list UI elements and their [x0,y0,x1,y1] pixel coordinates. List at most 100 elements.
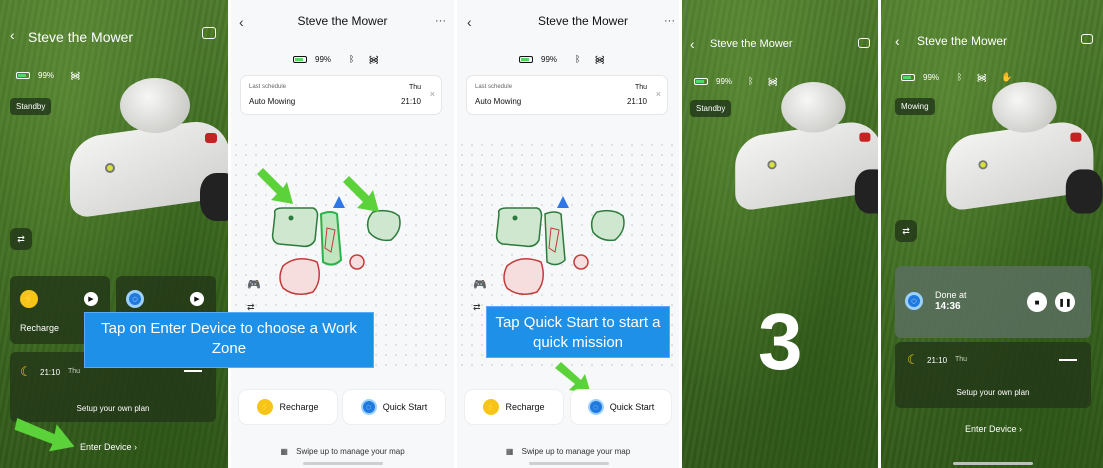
schedule-time: 21:10 [40,368,61,377]
last-schedule-card[interactable]: Last schedule Auto Mowing Thu 21:10 × [241,76,441,114]
quick-start-icon: ◌ [126,290,144,308]
swipe-hint-label: Swipe up to manage your map [296,447,405,456]
pause-icon[interactable]: ❚❚ [1055,292,1075,312]
stop-icon[interactable]: ■ [1027,292,1047,312]
quick-start-label: Quick Start [382,402,428,412]
mower-image [937,82,1103,220]
work-zone-map[interactable] [485,170,655,310]
wifi-icon: ᯼ [594,55,606,66]
quick-start-label: Quick Start [609,402,655,412]
enter-device-label: Enter Device [80,442,132,452]
panel-map-enter-device: ‹ Steve the Mower ··· 99% ᛒ ᯼ Last sched… [231,0,454,468]
back-chevron-icon[interactable]: ‹ [467,14,472,30]
switch-icon-button[interactable]: ⇄ [895,220,917,242]
back-chevron-icon[interactable]: ‹ [895,33,900,49]
schedule-name: Auto Mowing [249,97,296,106]
play-icon[interactable]: ▶ [190,292,204,306]
swipe-hint-label: Swipe up to manage your map [521,447,631,456]
mower-image [60,78,228,228]
device-title: Steve the Mower [917,34,1008,48]
recharge-button[interactable]: ⚡ Recharge [465,390,563,424]
schedule-caption: Last schedule [475,84,513,90]
message-icon[interactable] [202,27,216,39]
done-label: Done at [935,290,967,300]
swipe-hint[interactable]: ▦ Swipe up to manage your map [457,447,679,456]
switch-icon[interactable]: ⇄ [473,302,481,313]
callout-quick-start: Tap Quick Start to start a quick mission [486,306,670,358]
schedule-day: Thu [634,84,647,91]
quick-start-button[interactable]: ◌ Quick Start [571,390,671,424]
battery-icon [16,71,30,79]
bluetooth-icon: ᛒ [575,54,581,64]
schedule-name: Auto Mowing [475,97,522,106]
panel-home-mowing: ‹ Steve the Mower 99% ᛒ ᯼ ✋ Mowing ⇄ ◌ D… [881,0,1103,468]
battery-icon [901,73,915,81]
schedule-day: Thu [68,368,81,375]
panel-home-standby: ‹ Steve the Mower 99% ᯼ Standby ⇄ ⚡ ▶ Re… [0,0,228,468]
message-icon[interactable] [858,38,870,48]
home-indicator [303,462,383,465]
enter-device-link[interactable]: Enter Device › [965,424,1022,434]
last-schedule-card[interactable]: Last schedule Auto Mowing Thu 21:10 × [467,76,667,114]
more-icon[interactable]: ··· [664,15,675,27]
bluetooth-icon: ᛒ [349,54,355,64]
quick-start-icon: ◌ [587,399,604,415]
grid-icon: ▦ [505,447,514,456]
joystick-icon[interactable]: 🎮 [473,278,487,291]
home-indicator [953,462,1033,465]
recharge-label: Recharge [20,323,60,333]
lightning-icon: ⚡ [257,399,274,415]
schedule-caption: Last schedule [249,84,287,90]
lightning-icon: ⚡ [483,399,500,415]
quick-start-icon: ◌ [360,399,377,415]
enter-device-link[interactable]: Enter Device › [80,442,137,452]
panel-map-quick-start: ‹ Steve the Mower ··· 99% ᛒ ᯼ Last sched… [457,0,679,468]
back-chevron-icon[interactable]: ‹ [690,36,695,52]
battery-icon [293,55,307,63]
device-title: Steve the Mower [710,38,793,50]
done-time: 14:36 [935,301,961,312]
green-arrow-icon [343,176,379,212]
more-icon[interactable]: ··· [435,15,446,27]
recharge-button[interactable]: ⚡ Recharge [239,390,337,424]
battery-percent: 99% [315,54,332,64]
status-row: 99% ᛒ ᯼ [519,52,605,66]
battery-icon [519,55,533,63]
quick-start-icon: ◌ [905,292,923,310]
joystick-icon[interactable]: 🎮 [247,278,261,291]
battery-percent: 99% [923,72,940,82]
setup-plan-link[interactable]: Setup your own plan [895,388,1091,397]
status-row: 99% ᛒ ᯼ [293,52,379,66]
bluetooth-icon: ᛒ [957,72,963,82]
status-badge: Mowing [895,98,935,115]
home-indicator [529,462,609,465]
quick-start-button[interactable]: ◌ Quick Start [343,390,445,424]
schedule-toggle[interactable] [184,370,202,372]
swipe-hint[interactable]: ▦ Swipe up to manage your map [231,447,454,456]
hand-icon: ✋ [1001,71,1013,82]
schedule-toggle[interactable] [1059,359,1077,361]
schedule-card[interactable]: ☾ 21:10 Thu Setup your own plan [895,342,1091,408]
switch-icon-button[interactable]: ⇄ [10,228,32,250]
callout-enter-device: Tap on Enter Device to choose a Work Zon… [84,312,374,368]
panel-home-step-3: ‹ Steve the Mower 99% ᛒ ᯼ Standby 3 [682,0,878,468]
device-title: Steve the Mower [297,14,388,28]
setup-plan-link[interactable]: Setup your own plan [10,404,216,413]
schedule-day: Thu [408,84,421,91]
play-icon[interactable]: ▶ [84,292,98,306]
wifi-icon: ᯼ [368,55,380,66]
battery-icon [694,77,708,85]
close-icon[interactable]: × [430,89,435,99]
back-chevron-icon[interactable]: ‹ [10,27,15,43]
green-arrow-icon [14,418,75,452]
schedule-time: 21:10 [400,97,421,106]
battery-percent: 99% [38,70,55,80]
status-badge: Standby [10,98,52,115]
lightning-icon: ⚡ [20,290,38,308]
message-icon[interactable] [1081,34,1093,44]
moon-icon: ☾ [907,352,919,367]
device-title: Steve the Mower [537,14,629,28]
close-icon[interactable]: × [656,89,661,99]
schedule-time: 21:10 [626,97,647,106]
enter-device-label: Enter Device [965,424,1017,434]
